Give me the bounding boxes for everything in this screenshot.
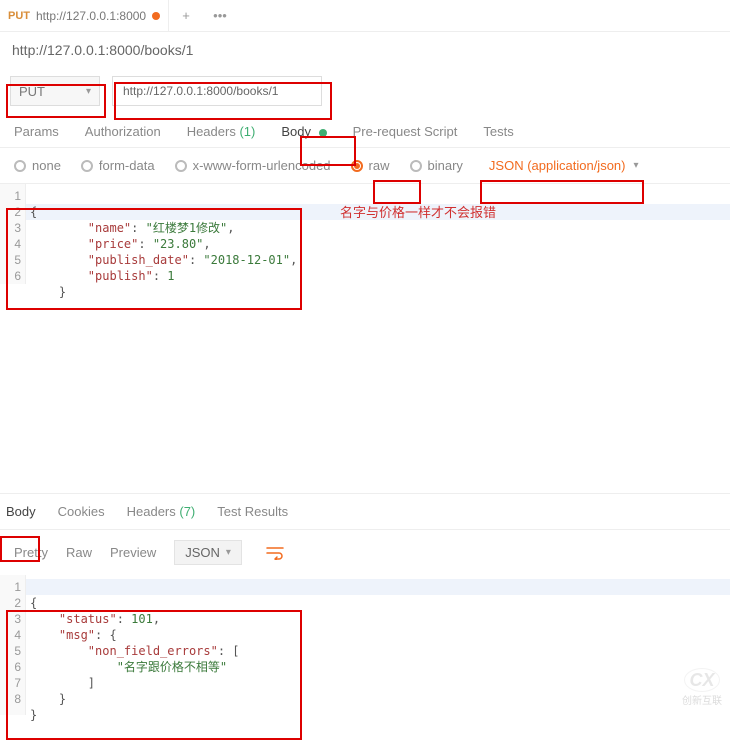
chevron-down-icon: ▾ — [226, 547, 231, 558]
unsaved-dot-icon — [152, 12, 160, 20]
chevron-down-icon: ▾ — [633, 160, 638, 171]
resp-tab-body[interactable]: Body — [6, 504, 36, 519]
new-tab-button[interactable]: + — [169, 8, 203, 23]
resp-tab-test-results[interactable]: Test Results — [217, 504, 288, 519]
response-body-viewer[interactable]: 1 2 3 4 5 6 7 8 { "status": 101, "msg": … — [0, 575, 730, 715]
method-select-value: PUT — [19, 84, 45, 99]
annotation-text: 名字与价格一样才不会报错 — [340, 202, 496, 221]
code-content: { "status": 101, "msg": { "non_field_err… — [30, 579, 240, 723]
tab-tests[interactable]: Tests — [483, 124, 513, 139]
tab-body[interactable]: Body — [281, 124, 326, 139]
url-input[interactable]: http://127.0.0.1:8000/books/1 — [112, 76, 322, 106]
tab-authorization[interactable]: Authorization — [85, 124, 161, 139]
preview-button[interactable]: Preview — [110, 545, 156, 560]
content-type-value: JSON (application/json) — [489, 158, 626, 173]
tab-headers[interactable]: Headers (1) — [187, 124, 256, 139]
radio-binary[interactable]: binary — [410, 158, 463, 173]
tab-method: PUT — [8, 10, 30, 22]
radio-raw[interactable]: raw — [351, 158, 390, 173]
response-toolbar: Pretty Raw Preview JSON ▾ — [0, 530, 730, 575]
body-type-row: none form-data x-www-form-urlencoded raw… — [0, 148, 730, 184]
resp-tab-headers[interactable]: Headers (7) — [127, 504, 196, 519]
content-type-select[interactable]: JSON (application/json) ▾ — [483, 158, 645, 173]
watermark-logo-icon: CX — [684, 668, 720, 692]
code-content: { "name": "红楼梦1修改", "price": "23.80", "p… — [30, 188, 297, 300]
resp-headers-count: (7) — [179, 504, 195, 519]
request-subtabs: Params Authorization Headers (1) Body Pr… — [0, 114, 730, 148]
radio-none[interactable]: none — [14, 158, 61, 173]
method-select[interactable]: PUT ▾ — [10, 76, 100, 106]
tab-bar: PUT http://127.0.0.1:8000/books/ + ••• — [0, 0, 730, 32]
tab-title: http://127.0.0.1:8000/books/ — [36, 9, 146, 23]
pretty-button[interactable]: Pretty — [14, 545, 48, 560]
request-tab[interactable]: PUT http://127.0.0.1:8000/books/ — [0, 0, 169, 31]
radio-xwww[interactable]: x-www-form-urlencoded — [175, 158, 331, 173]
request-row: PUT ▾ http://127.0.0.1:8000/books/1 — [0, 68, 730, 114]
line-gutter: 1 2 3 4 5 6 7 8 — [0, 575, 26, 715]
radio-form-data[interactable]: form-data — [81, 158, 155, 173]
tab-menu-button[interactable]: ••• — [203, 8, 237, 23]
line-gutter: 1 2 3 4 5 6 — [0, 184, 26, 284]
watermark: CX 创新互联 — [682, 668, 722, 707]
request-title: http://127.0.0.1:8000/books/1 — [0, 32, 730, 68]
line-wrap-icon — [266, 546, 284, 560]
response-type-select[interactable]: JSON ▾ — [174, 540, 242, 565]
request-body-editor[interactable]: 1 2 3 4 5 6 { "name": "红楼梦1修改", "price":… — [0, 184, 730, 494]
resp-tab-cookies[interactable]: Cookies — [58, 504, 105, 519]
raw-button[interactable]: Raw — [66, 545, 92, 560]
tab-prerequest[interactable]: Pre-request Script — [353, 124, 458, 139]
wrap-lines-button[interactable] — [260, 541, 290, 565]
response-subtabs: Body Cookies Headers (7) Test Results — [0, 494, 730, 530]
tab-params[interactable]: Params — [14, 124, 59, 139]
chevron-down-icon: ▾ — [86, 86, 91, 97]
body-indicator-icon — [319, 129, 327, 137]
watermark-text: 创新互联 — [682, 692, 722, 707]
url-input-value: http://127.0.0.1:8000/books/1 — [123, 84, 278, 98]
headers-count: (1) — [239, 124, 255, 139]
